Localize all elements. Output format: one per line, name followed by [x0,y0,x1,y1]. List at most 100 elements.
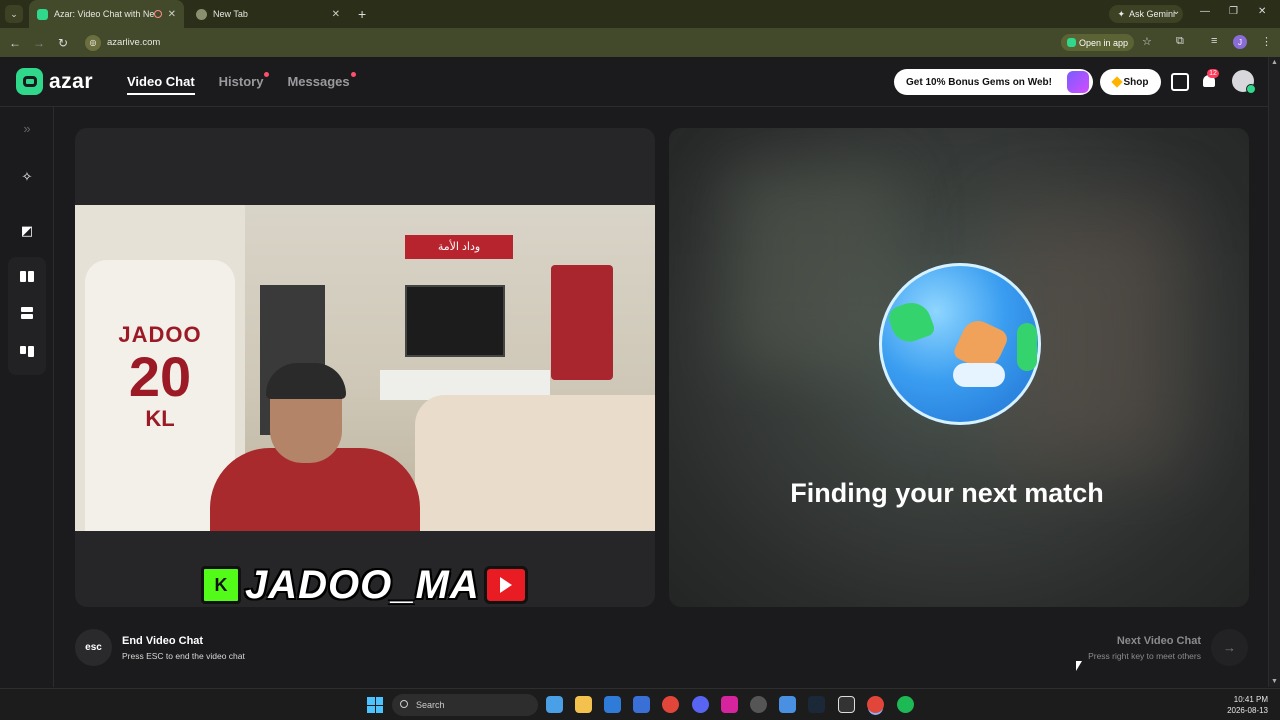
page-scrollbar[interactable]: ▲ ▼ [1268,57,1280,687]
bed [415,395,655,531]
tab-search-icon[interactable]: ⌄ [5,5,23,23]
tab-title: Azar: Video Chat with New [54,9,154,19]
recording-icon [153,10,162,18]
club-shirt-on-wall [551,265,613,380]
discord-icon[interactable] [692,696,709,713]
notification-count-badge: 12 [1207,69,1219,78]
shop-label: Shop [1123,76,1149,88]
app-icon[interactable] [779,696,796,713]
expand-sidebar-icon[interactable]: » [19,121,35,137]
self-camera-feed: JADOO 20 KL وداد الأمة [75,205,655,531]
outlook-icon[interactable] [604,696,621,713]
profile-icon[interactable]: J [1233,35,1247,49]
nav-history[interactable]: History [218,72,270,89]
spotify-icon[interactable] [897,696,914,713]
store-icon[interactable] [1171,73,1189,91]
end-video-chat-button[interactable]: esc [75,629,112,666]
matching-status-text: Finding your next match [790,478,1104,508]
maximize-icon[interactable]: ❐ [1229,6,1238,17]
promo-label: Get 10% Bonus Gems on Web! [906,76,1052,88]
self-video-panel: JADOO 20 KL وداد الأمة K JADOO_MA [75,128,655,607]
history-notification-dot [264,72,270,77]
azar-logo-icon [16,68,43,95]
magic-wand-icon[interactable]: ✧ [19,169,35,185]
left-sidebar: » ✧ ◩ [0,107,54,687]
filter-adjust-icon[interactable]: ◩ [19,223,35,239]
scroll-up-icon[interactable]: ▲ [1271,59,1278,66]
shop-button[interactable]: Shop [1100,69,1161,95]
end-chat-subtitle: Press ESC to end the video chat [122,651,245,661]
widgets-icon[interactable] [546,696,563,713]
azar-favicon-icon [37,8,48,20]
close-tab-icon[interactable]: ✕ [332,9,340,20]
nav-messages-label: Messages [287,74,350,89]
extensions-icon[interactable]: ⧉ [1176,35,1184,48]
close-window-icon[interactable]: ✕ [1258,6,1266,17]
azar-logo[interactable]: azar [16,68,93,95]
chrome-favicon-icon [196,8,207,20]
steam-icon[interactable] [808,696,825,713]
user-avatar[interactable] [1232,70,1256,94]
clock-app-icon[interactable] [750,696,767,713]
layout-side-by-side-icon[interactable] [19,268,35,284]
browser-tab-bar: ⌄ Azar: Video Chat with New ✕ New Tab ✕ … [0,0,1280,28]
layout-stacked-icon[interactable] [19,305,35,321]
tab-title: New Tab [213,9,248,19]
tab-azar[interactable]: Azar: Video Chat with New ✕ [29,0,184,28]
bookmark-star-icon[interactable]: ☆ [1142,35,1152,48]
url-field[interactable]: azarlive.com [107,37,160,48]
kick-logo-icon: K [201,566,241,604]
capture-app-icon[interactable] [838,696,855,713]
layout-grid-icon[interactable] [19,343,35,359]
reload-icon[interactable]: ↻ [51,36,75,50]
tab-chevron-icon[interactable]: ⌄ [1172,6,1180,17]
gem-icon [1110,76,1123,88]
instagram-icon[interactable] [721,696,738,713]
youtube-logo-icon [483,566,528,604]
main-nav: Video Chat History Messages [127,72,356,95]
app-header: azar Video Chat History Messages Get 10%… [0,57,1268,107]
ask-gemini-label: Ask Gemini [1128,9,1175,19]
nav-history-label: History [218,74,264,89]
menu-kebab-icon[interactable]: ⋮ [1261,35,1272,48]
messages-notification-dot [350,72,356,77]
open-in-app-button[interactable]: Open in app [1060,34,1134,51]
next-chat-subtitle: Press right key to meet others [1088,651,1201,661]
chrome-active-icon[interactable] [867,696,884,713]
azar-app-icon [1066,38,1076,47]
new-tab-button[interactable]: + [358,6,366,22]
reading-list-icon[interactable]: ≡ [1211,35,1217,47]
gift-icon [1067,71,1089,93]
close-tab-icon[interactable]: ✕ [168,9,176,20]
clock-date: 2026-08-13 [1227,706,1268,715]
open-in-app-label: Open in app [1078,37,1128,48]
scroll-down-icon[interactable]: ▼ [1271,678,1278,685]
microsoft-store-icon[interactable] [633,696,650,713]
nav-messages[interactable]: Messages [287,72,356,89]
end-chat-title: End Video Chat [122,635,204,647]
mouse-cursor-icon [1076,661,1082,671]
next-video-chat-button[interactable]: → [1211,629,1248,666]
forward-icon[interactable]: → [27,36,51,50]
windows-start-icon[interactable] [367,697,383,713]
television [405,285,505,357]
file-explorer-icon[interactable] [575,696,592,713]
gemini-sparkle-icon: ✦ [1117,8,1125,19]
search-icon [400,700,408,708]
partner-video-panel: Finding your next match [669,128,1249,607]
windows-taskbar: Search 10:41 PM 2026-08-13 [0,688,1280,720]
taskbar-clock[interactable]: 10:41 PM 2026-08-13 [1227,694,1268,716]
taskbar-search-label: Search [416,700,445,710]
taskbar-search[interactable]: Search [392,694,538,716]
globe-icon [879,263,1041,425]
back-icon[interactable]: ← [3,36,27,50]
bonus-gems-promo-button[interactable]: Get 10% Bonus Gems on Web! [894,69,1093,95]
site-info-icon[interactable]: ◎ [85,34,101,51]
watermark-text: JADOO_MA [245,562,480,607]
minimize-icon[interactable]: — [1200,6,1210,17]
streamer-person [210,363,420,531]
tab-new-tab[interactable]: New Tab ✕ [188,0,348,28]
nav-video-chat[interactable]: Video Chat [127,74,195,95]
chrome-icon[interactable] [662,696,679,713]
logo-text: azar [49,69,94,93]
